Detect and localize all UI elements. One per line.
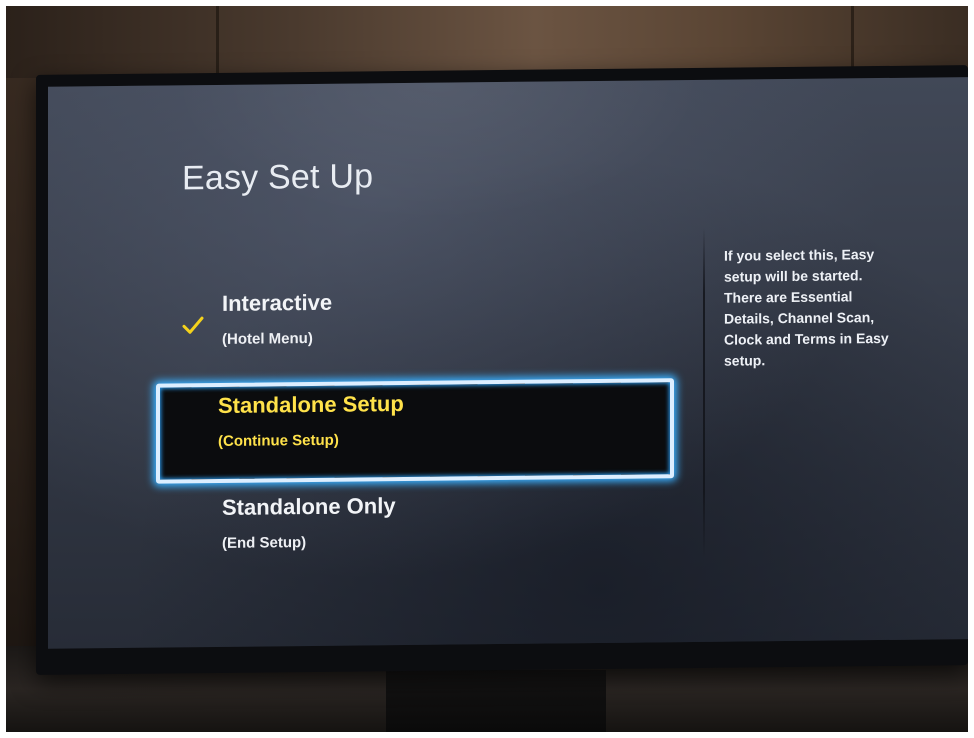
photo-frame: Easy Set Up Interactive (Hotel Menu) Sta…: [6, 6, 968, 732]
help-line: There are Essential: [724, 288, 853, 306]
help-line: Details, Channel Scan,: [724, 309, 875, 327]
menu-item-label: Interactive: [222, 289, 333, 316]
screen-glare: [168, 79, 708, 226]
menu-item-standalone-only[interactable]: Standalone Only (End Setup): [156, 480, 666, 577]
page-title: Easy Set Up: [182, 157, 374, 198]
check-icon: [182, 316, 204, 334]
menu-item-sublabel: (End Setup): [222, 534, 307, 552]
tv-screen: Easy Set Up Interactive (Hotel Menu) Sta…: [48, 77, 968, 649]
panel-divider: [703, 227, 705, 558]
tv-stand: [386, 670, 606, 732]
menu-item-sublabel: (Continue Setup): [218, 431, 339, 450]
wall-seam: [216, 6, 219, 78]
menu-item-sublabel: (Hotel Menu): [222, 329, 313, 348]
help-line: If you select this, Easy: [724, 246, 875, 264]
tv-bezel: Easy Set Up Interactive (Hotel Menu) Sta…: [36, 65, 968, 675]
help-description: If you select this, Easy setup will be s…: [724, 244, 924, 372]
help-line: setup.: [724, 352, 766, 369]
help-line: Clock and Terms in Easy: [724, 329, 889, 348]
menu-item-standalone-setup[interactable]: Standalone Setup (Continue Setup): [156, 378, 674, 484]
help-line: setup will be started.: [724, 267, 863, 285]
menu-item-interactive[interactable]: Interactive (Hotel Menu): [156, 276, 666, 373]
menu-item-label: Standalone Only: [222, 493, 396, 520]
menu-item-label: Standalone Setup: [218, 391, 404, 418]
